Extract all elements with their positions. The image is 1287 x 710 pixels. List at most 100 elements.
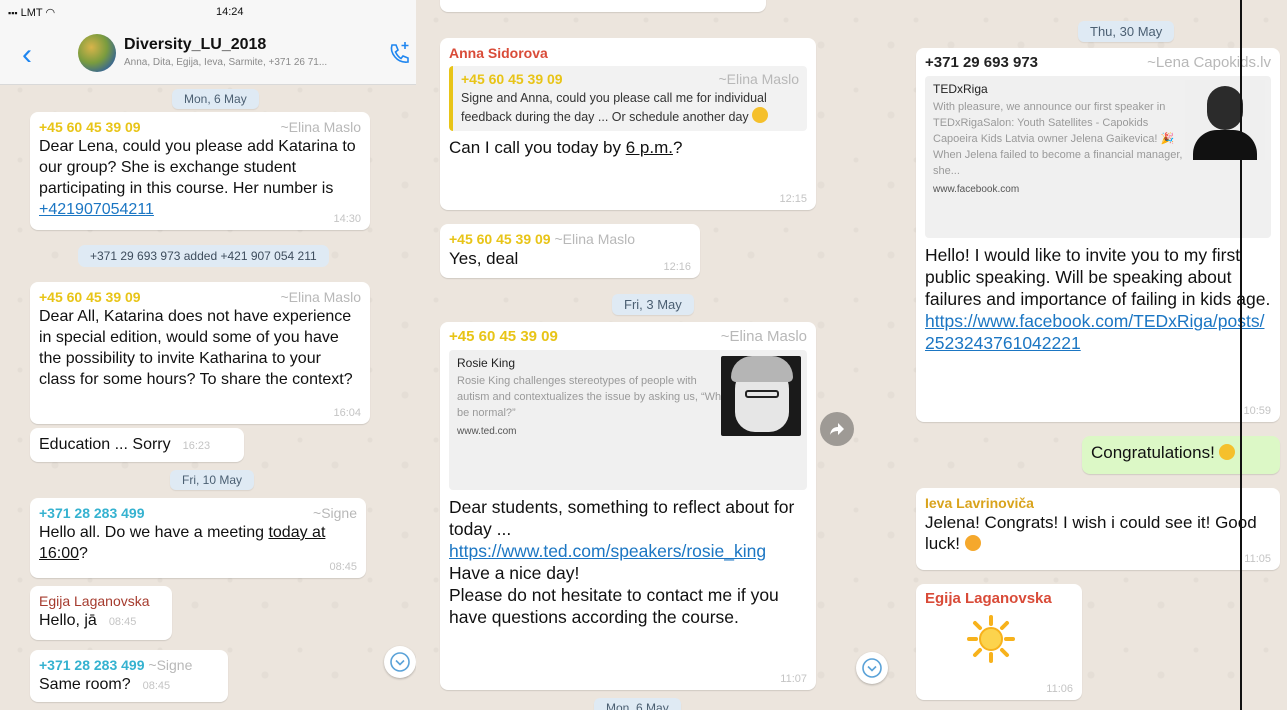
scroll-down-button[interactable] (384, 646, 416, 678)
message-sender: +371 29 693 973 ~Lena Capokids.lv (925, 54, 1271, 71)
message-time: 16:23 (182, 440, 211, 452)
message-time: 10:59 (1243, 405, 1271, 417)
signal-icon: ▪▪▪ (8, 8, 18, 18)
message-bubble[interactable]: +45 60 45 39 09 ~Elina Maslo Yes, deal 1… (440, 224, 700, 278)
message-text: Can I call you today by 6 p.m.? (449, 138, 683, 157)
date-separator: Fri, 10 May (170, 470, 255, 490)
message-text: Dear students, something to reflect abou… (449, 497, 795, 627)
group-members[interactable]: Anna, Dita, Egija, Ieva, Sarmite, +371 2… (124, 57, 327, 68)
sender-alias: ~Elina Maslo (720, 328, 807, 345)
message-text: Hello all. Do we have a meeting today at… (39, 524, 326, 562)
sun-sticker-icon (966, 614, 1016, 664)
message-sender: Egija Laganovska (925, 590, 1052, 607)
chat-panel-3: Thu, 30 May +371 29 693 973 ~Lena Capokid… (896, 0, 1287, 710)
sender-alias: ~Signe (148, 657, 193, 673)
message-bubble[interactable]: +371 28 283 499 ~Signe Hello all. Do we h… (30, 498, 366, 578)
forward-button[interactable] (820, 412, 854, 446)
outgoing-message-bubble[interactable]: Congratulations! (1082, 436, 1280, 474)
message-sender: +45 60 45 39 09 ~Elina Maslo (39, 289, 361, 305)
quoted-text: Signe and Anna, could you please call me… (461, 91, 769, 124)
message-bubble[interactable]: +45 60 45 39 09 ~Elina Maslo Rosie King R… (440, 322, 816, 690)
preview-thumbnail (1185, 80, 1265, 160)
message-text: Jelena! Congrats! I wish i could see it!… (925, 513, 1257, 553)
kiss-emoji-icon (964, 535, 981, 551)
message-text: Education ... Sorry (39, 436, 171, 453)
carrier-label: LMT (20, 7, 43, 19)
message-time: 08:45 (142, 680, 171, 692)
chevron-down-circle-icon (862, 658, 882, 678)
message-text: Dear All, Katarina does not have experie… (39, 308, 353, 388)
smile-emoji-icon (752, 107, 769, 123)
message-sender: +371 28 283 499 ~Signe (39, 657, 193, 673)
message-sender: +45 60 45 39 09 ~Elina Maslo (449, 328, 807, 345)
chat-panel-2: Anna Sidorova +45 60 45 39 09 ~Elina Masl… (416, 0, 896, 710)
chat-panel-1: ▪▪▪ LMT ◠ 14:24 ‹ Diversity_LU_2018 Anna… (0, 0, 416, 710)
phone-link[interactable]: +421907054211 (39, 201, 154, 218)
message-text: Same room? (39, 676, 131, 693)
message-sender: +371 28 283 499 ~Signe (39, 505, 357, 521)
forward-arrow-icon (830, 423, 844, 435)
preview-title: TEDxRiga (933, 82, 988, 96)
system-message: +371 29 693 973 added +421 907 054 211 (78, 245, 329, 267)
message-bubble[interactable]: +45 60 45 39 09 ~Elina Maslo Dear All, Ka… (30, 282, 370, 424)
clock-label: 14:24 (216, 6, 244, 18)
message-time: 11:05 (1244, 553, 1271, 565)
sender-alias: ~Elina Maslo (280, 119, 361, 135)
sender-alias: ~Lena Capokids.lv (1147, 54, 1271, 71)
preview-url: www.facebook.com (933, 184, 1020, 195)
message-text: Congratulations! (1091, 443, 1215, 462)
message-bubble[interactable]: Egija Laganovska 11:06 (916, 584, 1082, 700)
message-bubble[interactable]: +371 28 283 499 ~Signe Same room? 08:45 (30, 650, 228, 702)
message-sender: Egija Laganovska (39, 593, 150, 609)
add-call-button[interactable] (386, 40, 412, 66)
scroll-down-button[interactable] (856, 652, 888, 684)
preview-description: With pleasure, we announce our first spe… (933, 101, 1183, 177)
message-time: 14:30 (333, 213, 361, 225)
message-sender: +45 60 45 39 09 ~Elina Maslo (449, 231, 636, 247)
message-bubble[interactable]: Anna Sidorova +45 60 45 39 09 ~Elina Masl… (440, 38, 816, 210)
quoted-sender: +45 60 45 39 09 ~Elina Maslo (461, 71, 799, 87)
group-title[interactable]: Diversity_LU_2018 (124, 36, 266, 54)
back-button[interactable]: ‹ (22, 40, 32, 70)
sender-alias: ~Elina Maslo (554, 231, 636, 247)
sender-alias: ~Elina Maslo (280, 289, 361, 305)
message-sender: Ieva Lavrinoviča (925, 495, 1034, 511)
group-avatar[interactable] (78, 34, 116, 72)
sender-alias: ~Signe (313, 505, 357, 521)
date-separator: Mon, 6 May (172, 89, 259, 109)
date-separator: Thu, 30 May (1078, 21, 1175, 42)
message-time: 08:45 (108, 616, 137, 628)
message-text: Dear Lena, could you please add Katarina… (39, 138, 356, 218)
message-time: 16:04 (333, 407, 361, 419)
message-bubble-partial (440, 0, 766, 12)
preview-thumbnail (721, 356, 801, 436)
overlay-divider-line (1240, 0, 1242, 710)
facebook-link[interactable]: https://www.facebook.com/TEDxRiga/posts/… (925, 311, 1264, 353)
chevron-down-circle-icon (390, 652, 410, 672)
message-sender: Anna Sidorova (449, 45, 548, 61)
link-preview[interactable]: Rosie King Rosie King challenges stereot… (449, 350, 807, 490)
chat-header: ▪▪▪ LMT ◠ 14:24 ‹ Diversity_LU_2018 Anna… (0, 0, 416, 85)
message-bubble[interactable]: Ieva Lavrinoviča Jelena! Congrats! I wis… (916, 488, 1280, 570)
message-sender: +45 60 45 39 09 ~Elina Maslo (39, 119, 361, 135)
message-bubble[interactable]: Egija Laganovska Hello, jā 08:45 (30, 586, 172, 640)
phone-plus-icon (390, 42, 409, 63)
quoted-alias: ~Elina Maslo (718, 71, 799, 87)
message-time: 11:06 (1046, 683, 1073, 695)
message-text: Hello, jā (39, 612, 97, 629)
message-bubble[interactable]: Education ... Sorry 16:23 (30, 428, 244, 462)
quoted-message[interactable]: +45 60 45 39 09 ~Elina Maslo Signe and An… (449, 66, 807, 131)
ted-link[interactable]: https://www.ted.com/speakers/rosie_king (449, 541, 766, 561)
message-bubble[interactable]: +371 29 693 973 ~Lena Capokids.lv TEDxRig… (916, 48, 1280, 422)
message-time: 12:15 (779, 193, 807, 205)
preview-url: www.ted.com (457, 426, 517, 437)
clapping-emoji-icon (1219, 444, 1236, 460)
message-bubble[interactable]: +45 60 45 39 09 ~Elina Maslo Dear Lena, c… (30, 112, 370, 230)
status-bar: ▪▪▪ LMT ◠ 14:24 (8, 6, 408, 22)
date-separator: Fri, 3 May (612, 294, 694, 315)
message-time: 08:45 (329, 561, 357, 573)
link-preview[interactable]: TEDxRiga With pleasure, we announce our … (925, 76, 1271, 238)
message-time: 12:16 (663, 261, 691, 273)
message-text: Yes, deal (449, 249, 519, 268)
chevron-left-icon: ‹ (22, 38, 32, 71)
